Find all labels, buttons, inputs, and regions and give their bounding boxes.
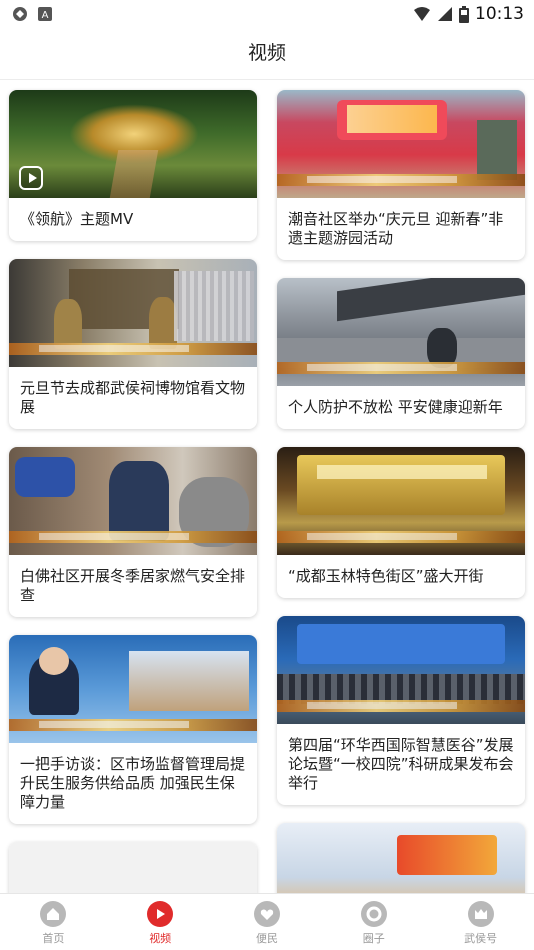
video-card[interactable]: 白佛社区开展冬季居家燃气安全排查 bbox=[9, 447, 257, 617]
video-title: 潮音社区举办“庆元旦 迎新春”非遗主题游园活动 bbox=[288, 210, 504, 247]
signal-icon bbox=[438, 7, 452, 21]
caption-bar bbox=[277, 362, 525, 374]
video-thumbnail bbox=[9, 635, 257, 743]
video-title: 《领航》主题MV bbox=[20, 210, 134, 228]
video-card[interactable]: “成都玉林特色街区”盛大开街 bbox=[277, 447, 525, 598]
video-card[interactable]: 潮音社区举办“庆元旦 迎新春”非遗主题游园活动 bbox=[277, 90, 525, 260]
video-thumbnail bbox=[9, 259, 257, 367]
video-card[interactable]: 个人防护不放松 平安健康迎新年 bbox=[277, 278, 525, 429]
video-title: 第四届“环华西国际智慧医谷”发展论坛暨“一校四院”科研成果发布会举行 bbox=[288, 736, 514, 792]
nav-label: 便民 bbox=[255, 932, 278, 945]
video-thumbnail bbox=[9, 842, 257, 893]
video-thumbnail bbox=[277, 90, 525, 198]
feed-column-left: 《领航》主题MV 元旦节去成都武侯祠博物馆看文物展 白佛社区开展冬季居家燃气安全… bbox=[9, 90, 257, 893]
video-card[interactable]: 第四届“环华西国际智慧医谷”发展论坛暨“一校四院”科研成果发布会举行 bbox=[277, 616, 525, 805]
video-card[interactable]: 《领航》主题MV bbox=[9, 90, 257, 241]
caption-bar bbox=[9, 343, 257, 355]
page-title: 视频 bbox=[247, 42, 286, 64]
caption-bar bbox=[9, 531, 257, 543]
video-thumbnail bbox=[9, 447, 257, 555]
nav-item-video[interactable]: 视频 bbox=[107, 894, 214, 950]
caption-bar bbox=[277, 531, 525, 543]
a-icon: A bbox=[38, 7, 52, 21]
video-title: 白佛社区开展冬季居家燃气安全排查 bbox=[20, 567, 246, 604]
video-card[interactable] bbox=[9, 842, 257, 893]
video-thumbnail bbox=[277, 278, 525, 386]
svg-text:A: A bbox=[42, 10, 49, 21]
video-title: 个人防护不放松 平安健康迎新年 bbox=[288, 398, 503, 416]
caption-bar bbox=[277, 174, 525, 186]
nav-item-service[interactable]: 便民 bbox=[214, 894, 321, 950]
bottom-nav: 首页 视频 便民 圈子 武侯号 bbox=[0, 893, 534, 950]
circle-icon bbox=[360, 901, 387, 927]
caption-bar bbox=[277, 700, 525, 712]
crown-icon bbox=[467, 901, 494, 927]
nav-label: 圈子 bbox=[362, 932, 385, 945]
video-thumbnail bbox=[277, 616, 525, 724]
video-feed[interactable]: 《领航》主题MV 元旦节去成都武侯祠博物馆看文物展 白佛社区开展冬季居家燃气安全… bbox=[0, 81, 534, 893]
video-title: 元旦节去成都武侯祠博物馆看文物展 bbox=[20, 379, 246, 416]
status-bar: A 10:13 bbox=[0, 0, 534, 28]
status-time: 10:13 bbox=[475, 4, 524, 24]
video-thumbnail bbox=[9, 90, 257, 198]
video-card[interactable] bbox=[277, 823, 525, 893]
nav-item-wuhou[interactable]: 武侯号 bbox=[427, 894, 534, 950]
caption-bar bbox=[9, 719, 257, 731]
page-header: 视频 bbox=[0, 28, 534, 80]
nav-item-circle[interactable]: 圈子 bbox=[320, 894, 427, 950]
video-card[interactable]: 一把手访谈：区市场监督管理局提升民生服务供给品质 加强民生保障力量 bbox=[9, 635, 257, 824]
nav-label: 首页 bbox=[42, 932, 65, 945]
video-play-icon bbox=[147, 901, 174, 927]
battery-icon bbox=[459, 5, 469, 23]
nav-item-home[interactable]: 首页 bbox=[0, 894, 107, 950]
nav-label: 视频 bbox=[149, 932, 172, 945]
home-icon bbox=[40, 901, 67, 927]
play-icon bbox=[19, 166, 43, 190]
nav-label: 武侯号 bbox=[464, 932, 498, 945]
video-card[interactable]: 元旦节去成都武侯祠博物馆看文物展 bbox=[9, 259, 257, 429]
video-thumbnail bbox=[277, 823, 525, 893]
video-thumbnail bbox=[277, 447, 525, 555]
heart-icon bbox=[253, 901, 280, 927]
video-title: 一把手访谈：区市场监督管理局提升民生服务供给品质 加强民生保障力量 bbox=[20, 755, 246, 811]
sync-icon bbox=[13, 7, 27, 21]
feed-column-right: 潮音社区举办“庆元旦 迎新春”非遗主题游园活动 个人防护不放松 平安健康迎新年 … bbox=[277, 90, 525, 893]
video-title: “成都玉林特色街区”盛大开街 bbox=[288, 567, 484, 585]
wifi-icon bbox=[414, 7, 430, 21]
